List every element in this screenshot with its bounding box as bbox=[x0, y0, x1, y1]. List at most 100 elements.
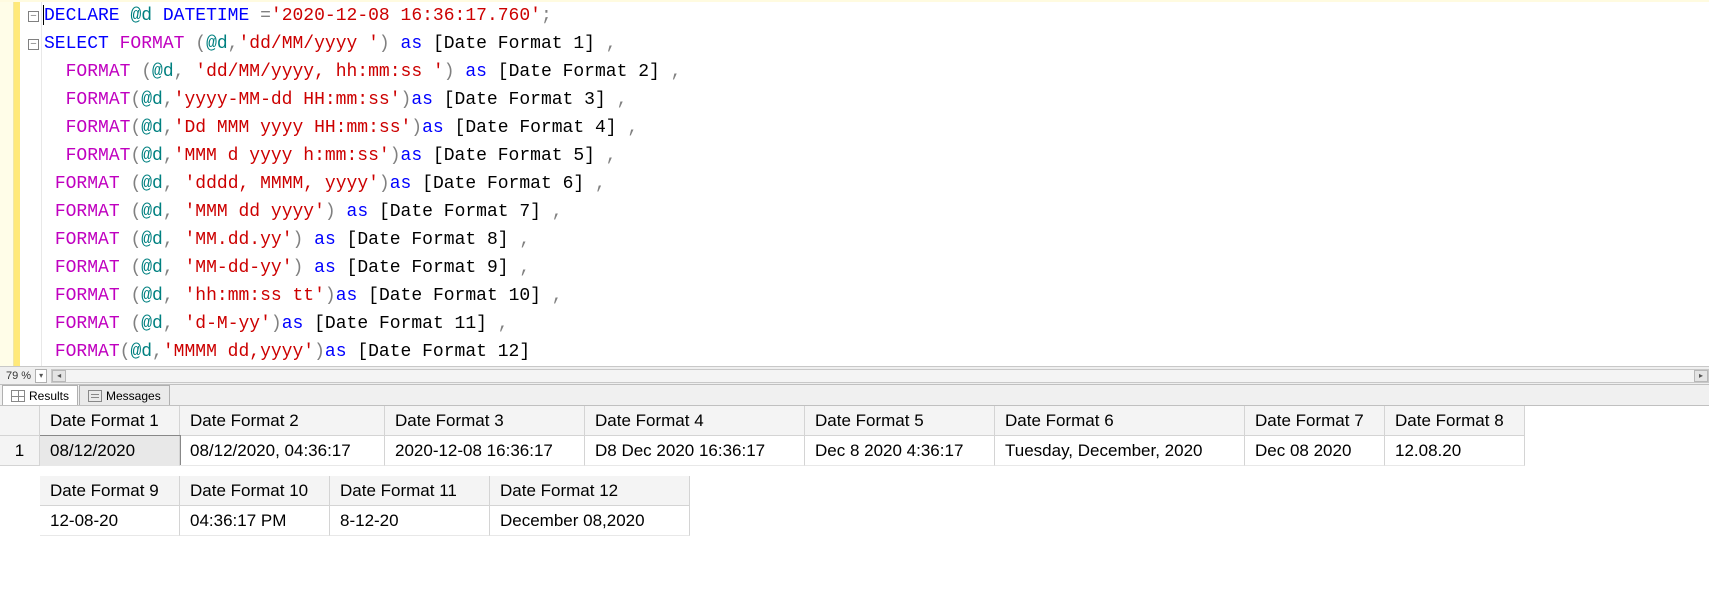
code-token-kw: as bbox=[336, 286, 358, 306]
col-header[interactable]: Date Format 10 bbox=[180, 476, 330, 506]
col-header[interactable]: Date Format 6 bbox=[995, 406, 1245, 436]
code-area[interactable]: DECLARE @d DATETIME ='2020-12-08 16:36:1… bbox=[42, 2, 1709, 366]
code-token-str: 'hh:mm:ss tt' bbox=[184, 286, 324, 306]
code-token-punc: ) bbox=[379, 174, 390, 194]
code-token-txt bbox=[455, 62, 466, 82]
col-header[interactable]: Date Format 2 bbox=[180, 406, 385, 436]
col-header[interactable]: Date Format 4 bbox=[585, 406, 805, 436]
code-token-punc: , bbox=[152, 342, 163, 362]
zoom-dropdown[interactable]: ▾ bbox=[35, 369, 47, 383]
code-token-kw: as bbox=[465, 62, 487, 82]
rownum-header[interactable] bbox=[0, 406, 39, 436]
code-token-txt: [Date Format 12] bbox=[347, 342, 531, 362]
code-token-var: @d bbox=[141, 258, 163, 278]
code-token-punc: , bbox=[519, 258, 530, 278]
code-token-fn: FORMAT bbox=[55, 174, 120, 194]
code-token-fn: FORMAT bbox=[55, 342, 120, 362]
code-line[interactable]: FORMAT (@d, 'MM-dd-yy') as [Date Format … bbox=[42, 254, 1709, 282]
code-token-kw: as bbox=[411, 90, 433, 110]
code-line[interactable]: FORMAT(@d,'Dd MMM yyyy HH:mm:ss')as [Dat… bbox=[42, 114, 1709, 142]
code-line[interactable]: DECLARE @d DATETIME ='2020-12-08 16:36:1… bbox=[42, 2, 1709, 30]
code-token-txt bbox=[174, 286, 185, 306]
code-token-str: 'dddd, MMMM, yyyy' bbox=[184, 174, 378, 194]
grid-cell[interactable]: 04:36:17 PM bbox=[180, 506, 330, 536]
code-token-punc: , bbox=[163, 314, 174, 334]
grid-cell[interactable]: 12-08-20 bbox=[40, 506, 180, 536]
col-header[interactable]: Date Format 3 bbox=[385, 406, 585, 436]
code-line[interactable]: FORMAT (@d, 'MMM dd yyyy') as [Date Form… bbox=[42, 198, 1709, 226]
code-line[interactable]: FORMAT (@d, 'd-M-yy')as [Date Format 11]… bbox=[42, 310, 1709, 338]
code-line[interactable]: FORMAT (@d, 'hh:mm:ss tt')as [Date Forma… bbox=[42, 282, 1709, 310]
code-line[interactable]: FORMAT(@d,'yyyy-MM-dd HH:mm:ss')as [Date… bbox=[42, 86, 1709, 114]
code-token-punc: ) bbox=[293, 258, 304, 278]
code-token-var: @d bbox=[141, 118, 163, 138]
code-token-fn: FORMAT bbox=[66, 90, 131, 110]
col-header[interactable]: Date Format 7 bbox=[1245, 406, 1385, 436]
results-tabs: Results Messages bbox=[0, 384, 1709, 406]
rownum-cell[interactable]: 1 bbox=[0, 436, 39, 466]
code-line[interactable]: SELECT FORMAT (@d,'dd/MM/yyyy ') as [Dat… bbox=[42, 30, 1709, 58]
col-header[interactable]: Date Format 8 bbox=[1385, 406, 1525, 436]
fold-toggle-line1[interactable]: − bbox=[20, 2, 41, 30]
code-token-txt bbox=[44, 286, 55, 306]
code-token-txt: [Date Format 7] bbox=[368, 202, 552, 222]
code-token-punc: , bbox=[627, 118, 638, 138]
code-token-punc: , bbox=[163, 258, 174, 278]
code-line[interactable]: FORMAT (@d, 'MM.dd.yy') as [Date Format … bbox=[42, 226, 1709, 254]
grid-cell[interactable]: 2020-12-08 16:36:17 bbox=[385, 436, 585, 466]
code-token-txt: [Date Format 1] bbox=[422, 34, 606, 54]
code-token-punc: ) bbox=[401, 90, 412, 110]
code-line[interactable]: FORMAT(@d,'MMM d yyyy h:mm:ss')as [Date … bbox=[42, 142, 1709, 170]
code-token-kw: as bbox=[422, 118, 444, 138]
code-token-kw: DECLARE bbox=[44, 6, 120, 26]
grid-cell[interactable]: 12.08.20 bbox=[1385, 436, 1525, 466]
tab-messages[interactable]: Messages bbox=[79, 385, 170, 405]
grid-cell[interactable]: December 08,2020 bbox=[490, 506, 690, 536]
code-line[interactable]: FORMAT (@d, 'dddd, MMMM, yyyy')as [Date … bbox=[42, 170, 1709, 198]
tab-results[interactable]: Results bbox=[2, 385, 78, 405]
col-header[interactable]: Date Format 9 bbox=[40, 476, 180, 506]
sql-editor[interactable]: − − DECLARE @d DATETIME ='2020-12-08 16:… bbox=[0, 0, 1709, 366]
col-header[interactable]: Date Format 5 bbox=[805, 406, 995, 436]
editor-horizontal-scrollbar[interactable]: ◂ ▸ bbox=[51, 369, 1709, 383]
code-token-txt bbox=[174, 202, 185, 222]
grid-cell[interactable]: 08/12/2020 bbox=[40, 436, 180, 466]
code-token-kw: SELECT bbox=[44, 34, 109, 54]
code-token-txt: [Date Format 9] bbox=[336, 258, 520, 278]
code-token-txt bbox=[44, 230, 55, 250]
fold-gutter[interactable]: − − bbox=[20, 2, 42, 366]
col-header[interactable]: Date Format 11 bbox=[330, 476, 490, 506]
tab-results-label: Results bbox=[29, 389, 69, 403]
scroll-right-button[interactable]: ▸ bbox=[1694, 370, 1708, 382]
code-token-punc: ( bbox=[130, 146, 141, 166]
code-token-txt: [Date Format 6] bbox=[411, 174, 595, 194]
editor-footer-bar: 79 % ▾ ◂ ▸ bbox=[0, 366, 1709, 384]
code-line[interactable]: FORMAT (@d, 'dd/MM/yyyy, hh:mm:ss ') as … bbox=[42, 58, 1709, 86]
code-token-txt bbox=[303, 230, 314, 250]
results-grid[interactable]: 1 Date Format 1 Date Format 2 Date Forma… bbox=[0, 406, 1709, 536]
grid-cell[interactable]: Dec 8 2020 4:36:17 bbox=[805, 436, 995, 466]
scroll-left-button[interactable]: ◂ bbox=[52, 370, 66, 382]
grid-cell[interactable]: 8-12-20 bbox=[330, 506, 490, 536]
code-token-punc: , bbox=[163, 202, 174, 222]
code-line[interactable]: FORMAT(@d,'MMMM dd,yyyy')as [Date Format… bbox=[42, 338, 1709, 366]
grid-cell[interactable]: D8 Dec 2020 16:36:17 bbox=[585, 436, 805, 466]
col-header[interactable]: Date Format 1 bbox=[40, 406, 180, 436]
code-token-fn: FORMAT bbox=[66, 146, 131, 166]
grid-cell[interactable]: Tuesday, December, 2020 bbox=[995, 436, 1245, 466]
code-token-txt bbox=[44, 62, 66, 82]
code-token-punc: , bbox=[552, 286, 563, 306]
code-token-txt bbox=[184, 34, 195, 54]
col-header[interactable]: Date Format 12 bbox=[490, 476, 690, 506]
code-token-kw: as bbox=[314, 258, 336, 278]
grid-cell[interactable]: 08/12/2020, 04:36:17 bbox=[180, 436, 385, 466]
code-token-txt bbox=[174, 258, 185, 278]
code-token-punc: ( bbox=[130, 118, 141, 138]
code-token-var: @d bbox=[130, 342, 152, 362]
fold-toggle-line2[interactable]: − bbox=[20, 30, 41, 58]
code-token-txt bbox=[44, 314, 55, 334]
code-token-punc: ( bbox=[120, 342, 131, 362]
code-token-txt bbox=[109, 34, 120, 54]
code-token-txt bbox=[120, 286, 131, 306]
grid-cell[interactable]: Dec 08 2020 bbox=[1245, 436, 1385, 466]
